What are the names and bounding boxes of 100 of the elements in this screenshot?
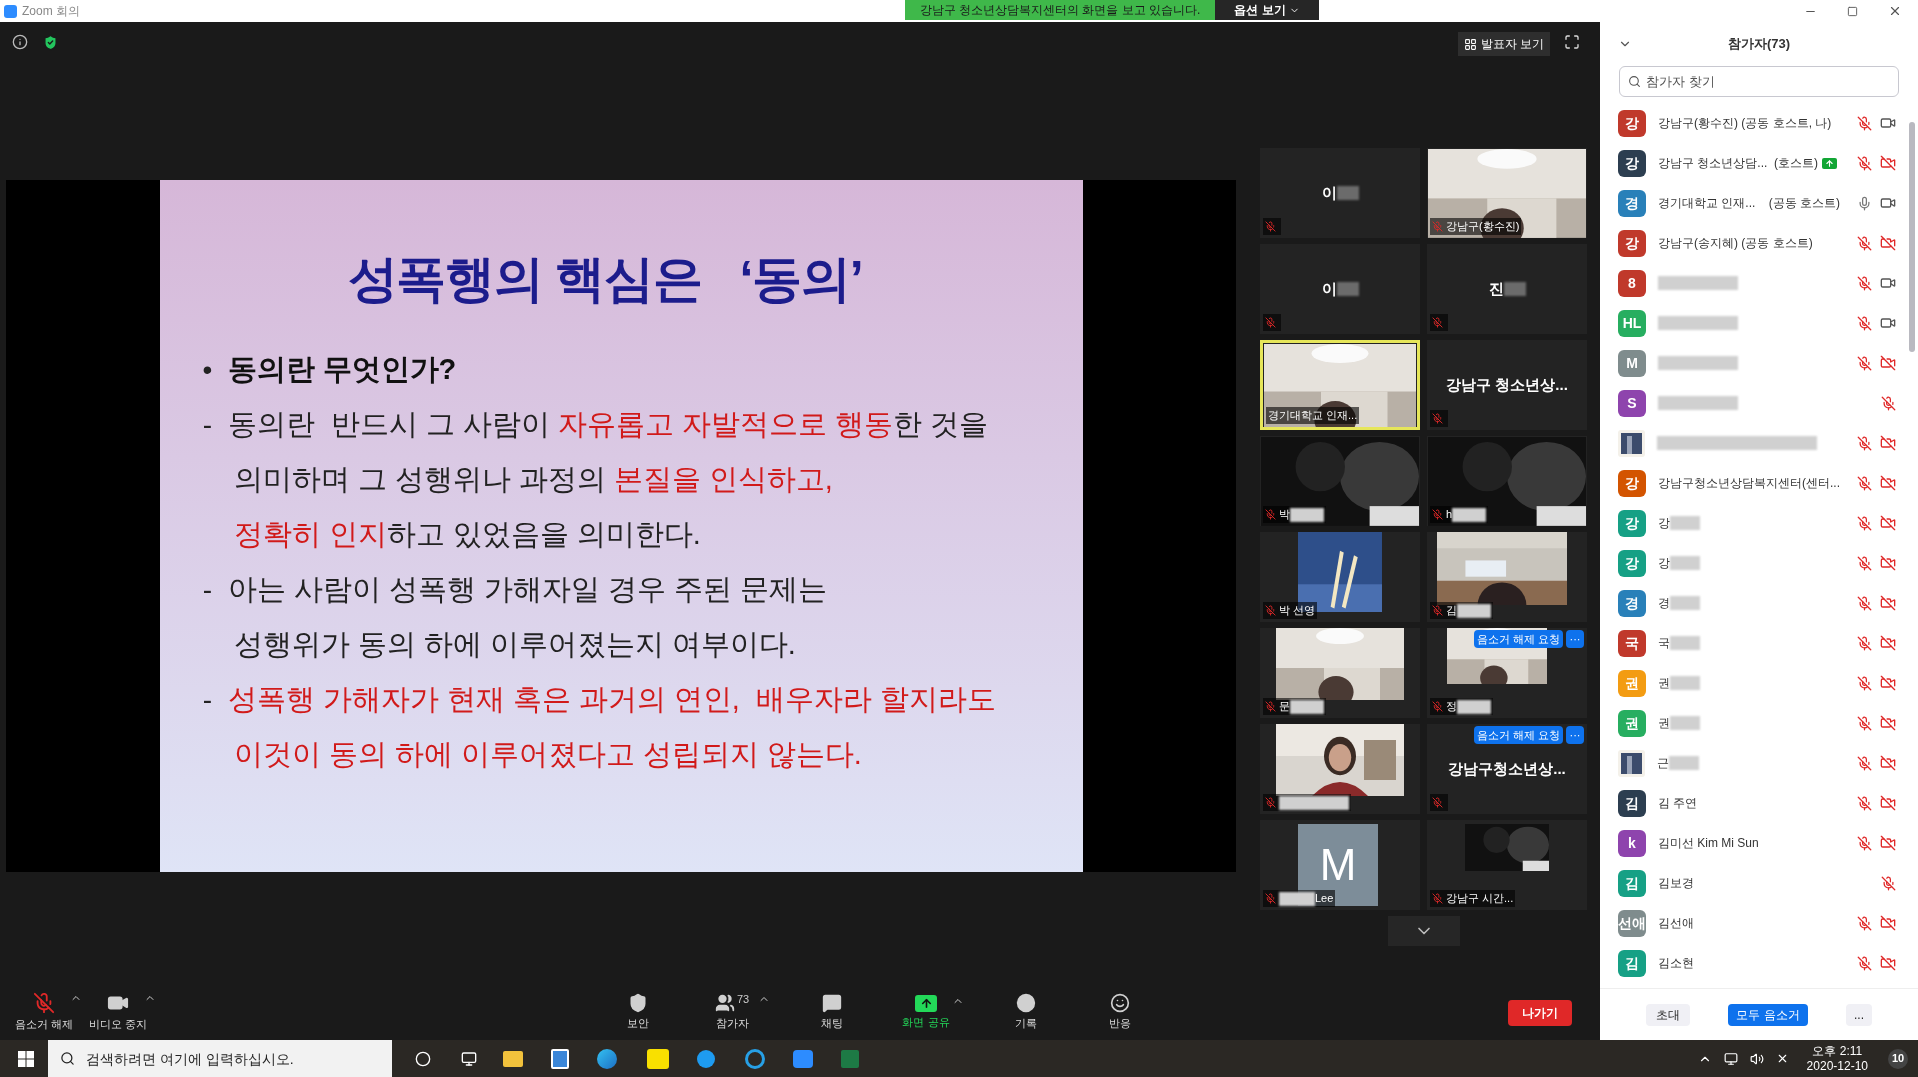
muted-mic-icon[interactable] — [1856, 675, 1872, 691]
muted-mic-icon[interactable] — [1856, 715, 1872, 731]
toolbar-button[interactable]: 화면 공유 — [894, 994, 958, 1031]
participant-row[interactable]: 강 강남구청소년상담복지센터(센터... — [1600, 463, 1906, 503]
video-tile[interactable]: 문 — [1260, 628, 1420, 718]
participant-row[interactable]: 경 경 — [1600, 583, 1906, 623]
video-tile[interactable]: 강남구 시간... — [1427, 820, 1587, 910]
participant-row[interactable]: 강 강 — [1600, 543, 1906, 583]
toolbar-button[interactable]: 채팅 — [800, 993, 864, 1032]
muted-mic-icon[interactable] — [1880, 395, 1896, 411]
close-icon[interactable] — [1888, 4, 1902, 18]
video-tile[interactable]: 음소거 해제 요청 ··· 정 — [1427, 628, 1587, 718]
participant-row[interactable]: 경 경기대학교 인재... (공동 호스트) — [1600, 183, 1906, 223]
muted-mic-icon[interactable] — [1856, 475, 1872, 491]
video-tile[interactable]: 박 — [1260, 436, 1420, 526]
video-camera-icon[interactable] — [1880, 275, 1896, 291]
muted-mic-icon[interactable] — [1856, 835, 1872, 851]
participant-row[interactable]: 김 김 주연 — [1600, 783, 1906, 823]
muted-mic-icon[interactable] — [1856, 555, 1872, 571]
participant-row[interactable]: S — [1600, 383, 1906, 423]
unmute-request-badge[interactable]: 음소거 해제 요청 — [1473, 630, 1563, 648]
mute-all-button[interactable]: 모두 음소거 — [1728, 1003, 1808, 1026]
toolbar-button[interactable]: 보안 — [606, 993, 670, 1032]
participant-row[interactable]: 김 김소현 — [1600, 943, 1906, 983]
muted-mic-icon[interactable] — [1856, 915, 1872, 931]
video-camera-icon[interactable] — [1880, 115, 1896, 131]
muted-mic-icon[interactable] — [1856, 955, 1872, 971]
video-tile[interactable]: 이 — [1260, 244, 1420, 334]
muted-mic-icon[interactable] — [1856, 115, 1872, 131]
shield-check-icon[interactable] — [42, 34, 59, 51]
participant-row[interactable]: 강 강남구(송지혜) (공동 호스트) — [1600, 223, 1906, 263]
video-off-icon[interactable] — [1880, 635, 1896, 651]
video-tile[interactable]: 음소거 해제 요청 ··· 강남구청소년상... — [1427, 724, 1587, 814]
participant-row[interactable]: 국 국 — [1600, 623, 1906, 663]
participant-row[interactable]: 근 — [1600, 743, 1906, 783]
participant-row[interactable]: 권 권 — [1600, 703, 1906, 743]
muted-mic-icon[interactable] — [1856, 355, 1872, 371]
windows-logo-icon[interactable] — [18, 1050, 34, 1067]
invite-button[interactable]: 초대 — [1646, 1003, 1690, 1026]
muted-mic-icon[interactable] — [1856, 155, 1872, 171]
toolbar-button[interactable]: 73 참가자 — [700, 993, 764, 1032]
participant-row[interactable]: 권 권 — [1600, 663, 1906, 703]
participant-row[interactable]: 강 강남구 청소년상담... (호스트) — [1600, 143, 1906, 183]
video-tile[interactable]: 이 — [1260, 148, 1420, 238]
mic-icon[interactable] — [1856, 195, 1872, 211]
video-tile[interactable]: 박 선영 — [1260, 532, 1420, 622]
muted-mic-icon[interactable] — [1856, 515, 1872, 531]
video-off-icon[interactable] — [1880, 355, 1896, 371]
toolbar-button[interactable]: 음소거 해제 — [12, 992, 76, 1033]
toolbar-button[interactable]: 기록 — [994, 993, 1058, 1032]
video-off-icon[interactable] — [1880, 155, 1896, 171]
video-tile[interactable] — [1260, 724, 1420, 814]
leave-button[interactable]: 나가기 — [1508, 999, 1572, 1026]
muted-mic-icon[interactable] — [1856, 235, 1872, 251]
unmute-request-badge[interactable]: 음소거 해제 요청 — [1473, 726, 1563, 744]
speaker-icon[interactable] — [1749, 1051, 1764, 1066]
video-off-icon[interactable] — [1880, 795, 1896, 811]
fullscreen-icon[interactable] — [1564, 34, 1580, 50]
video-off-icon[interactable] — [1880, 595, 1896, 611]
toolbar-button[interactable]: 반응 — [1088, 993, 1152, 1032]
search-field[interactable]: 참가자 찾기 — [1619, 66, 1899, 97]
more-button[interactable]: ··· — [1566, 726, 1584, 744]
video-tile[interactable]: 강남구(황수진) — [1427, 148, 1587, 238]
muted-mic-icon[interactable] — [1856, 595, 1872, 611]
video-camera-icon[interactable] — [1880, 315, 1896, 331]
muted-mic-icon[interactable] — [1856, 755, 1872, 771]
video-off-icon[interactable] — [1880, 715, 1896, 731]
notification-badge[interactable]: 10 — [1888, 1048, 1908, 1069]
video-off-icon[interactable] — [1880, 555, 1896, 571]
video-off-icon[interactable] — [1880, 835, 1896, 851]
muted-mic-icon[interactable] — [1856, 275, 1872, 291]
video-off-icon[interactable] — [1880, 435, 1896, 451]
participant-row[interactable]: 강 강남구(황수진) (공동 호스트, 나) — [1600, 103, 1906, 143]
participant-row[interactable]: 선애 김선애 — [1600, 903, 1906, 943]
more-button[interactable]: ··· — [1566, 630, 1584, 648]
video-tile[interactable]: 진 — [1427, 244, 1587, 334]
muted-mic-icon[interactable] — [1856, 635, 1872, 651]
video-tile[interactable]: 강남구 청소년상... — [1427, 340, 1587, 430]
more-button[interactable]: ... — [1845, 1003, 1872, 1026]
participant-row[interactable]: 강 강 — [1600, 503, 1906, 543]
maximize-icon[interactable] — [1847, 5, 1858, 17]
video-tile[interactable]: 김 — [1427, 532, 1587, 622]
video-off-icon[interactable] — [1880, 675, 1896, 691]
video-tile[interactable]: 경기대학교 인재... — [1260, 340, 1420, 430]
view-options-button[interactable]: 옵션 보기 — [1215, 0, 1319, 20]
video-off-icon[interactable] — [1880, 915, 1896, 931]
video-off-icon[interactable] — [1880, 515, 1896, 531]
participant-row[interactable]: 김 김보경 — [1600, 863, 1906, 903]
toolbar-button[interactable]: 비디오 중지 — [86, 992, 150, 1033]
muted-mic-icon[interactable] — [1856, 795, 1872, 811]
muted-mic-icon[interactable] — [1856, 315, 1872, 331]
video-camera-icon[interactable] — [1880, 195, 1896, 211]
muted-mic-icon[interactable] — [1880, 875, 1896, 891]
speaker-view-button[interactable]: 발표자 보기 — [1457, 32, 1550, 56]
participant-row[interactable]: 8 — [1600, 263, 1906, 303]
video-off-icon[interactable] — [1880, 955, 1896, 971]
video-off-icon[interactable] — [1880, 235, 1896, 251]
video-tile[interactable]: M Lee — [1260, 820, 1420, 910]
video-off-icon[interactable] — [1880, 755, 1896, 771]
taskbar-search-field[interactable]: 검색하려면 여기에 입력하십시오. — [48, 1040, 392, 1077]
